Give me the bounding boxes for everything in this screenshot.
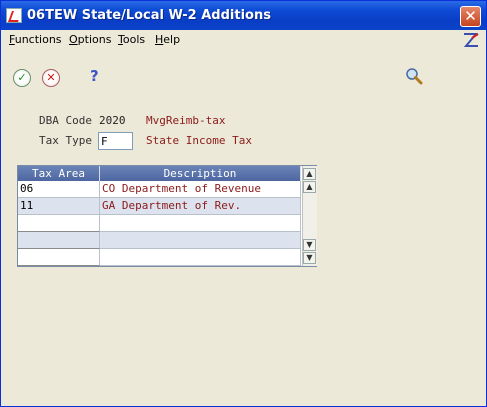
tax-area-cell[interactable]: 06 — [18, 181, 100, 198]
description-cell[interactable]: GA Department of Rev. — [100, 198, 301, 215]
tax-area-cell[interactable] — [18, 249, 100, 266]
description-cell[interactable] — [100, 232, 301, 249]
scroll-bottom-button[interactable]: ▼ — [303, 252, 316, 264]
tax-type-description: State Income Tax — [146, 134, 252, 147]
table-row[interactable] — [18, 215, 301, 232]
description-cell[interactable] — [100, 215, 301, 232]
table-row[interactable]: 06 CO Department of Revenue — [18, 181, 301, 198]
scroll-up-button[interactable]: ▲ — [303, 181, 316, 193]
tax-area-cell[interactable]: 11 — [18, 198, 100, 215]
title-bar[interactable]: 06TEW State/Local W-2 Additions ✕ — [1, 1, 486, 30]
application-window: 06TEW State/Local W-2 Additions ✕ Functi… — [0, 0, 487, 407]
menu-help[interactable]: Help — [155, 33, 180, 46]
app-icon — [6, 8, 22, 23]
search-icon[interactable] — [405, 67, 423, 85]
vertical-scrollbar[interactable]: ▲ ▲ ▼ ▼ — [302, 166, 317, 266]
description-cell[interactable] — [100, 249, 301, 266]
tax-area-cell[interactable] — [18, 215, 100, 232]
menu-options[interactable]: Options — [69, 33, 111, 46]
jde-logo-icon — [463, 33, 479, 47]
table-row[interactable] — [18, 232, 301, 249]
tax-type-label: Tax Type — [39, 134, 92, 147]
dba-code-description: MvgReimb-tax — [146, 114, 226, 127]
ok-icon[interactable]: ✓ — [13, 69, 31, 87]
tax-type-field[interactable]: F — [98, 132, 133, 150]
menu-bar: Functions Options Tools Help — [1, 30, 486, 50]
menu-functions[interactable]: Functions — [9, 33, 62, 46]
scroll-down-button[interactable]: ▼ — [303, 239, 316, 251]
column-header-description[interactable]: Description — [100, 166, 301, 181]
tax-area-cell[interactable] — [18, 232, 100, 249]
window-title: 06TEW State/Local W-2 Additions — [27, 8, 271, 23]
scroll-top-button[interactable]: ▲ — [303, 168, 316, 180]
dba-code-label: DBA Code — [39, 114, 92, 127]
dba-code-value: 2020 — [99, 114, 126, 127]
cancel-icon[interactable]: ✕ — [42, 69, 60, 87]
table-row[interactable]: 11 GA Department of Rev. — [18, 198, 301, 215]
tax-area-grid: Tax Area Description 06 CO Department of… — [17, 165, 317, 267]
help-icon[interactable]: ? — [90, 67, 99, 85]
menu-tools[interactable]: Tools — [118, 33, 145, 46]
toolbar: ✓ ✕ ? — [1, 51, 486, 97]
table-row[interactable] — [18, 249, 301, 266]
column-header-tax-area[interactable]: Tax Area — [18, 166, 100, 181]
description-cell[interactable]: CO Department of Revenue — [100, 181, 301, 198]
close-button[interactable]: ✕ — [460, 6, 481, 27]
